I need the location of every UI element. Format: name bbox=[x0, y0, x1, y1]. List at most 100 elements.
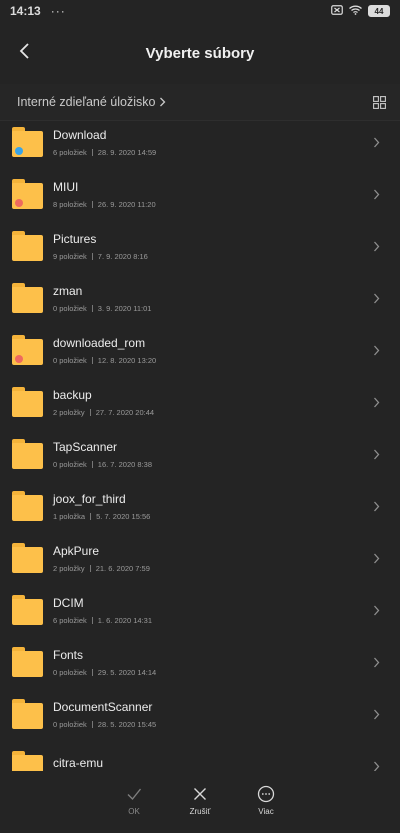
file-row[interactable]: citra-emu bbox=[0, 740, 400, 771]
file-row[interactable]: Pictures 9 položiek 7. 9. 2020 8:16 bbox=[0, 220, 400, 272]
file-info: Pictures 9 položiek 7. 9. 2020 8:16 bbox=[53, 232, 370, 261]
chevron-right-icon bbox=[370, 396, 382, 408]
more-button[interactable]: Viac bbox=[251, 785, 281, 816]
modified-date: 28. 5. 2020 15:45 bbox=[97, 719, 157, 729]
item-count: 6 položiek bbox=[53, 147, 87, 157]
breadcrumb-location: Interné zdieľané úložisko bbox=[17, 95, 156, 109]
folder-icon bbox=[12, 543, 43, 573]
page-title: Vyberte súbory bbox=[145, 44, 255, 62]
file-info: DCIM 6 položiek 1. 6. 2020 14:31 bbox=[53, 596, 370, 625]
file-info: joox_for_third 1 položka 5. 7. 2020 15:56 bbox=[53, 492, 370, 521]
meta-divider bbox=[91, 356, 93, 364]
chevron-right-icon bbox=[370, 656, 382, 668]
file-info: MIUI 8 položiek 26. 9. 2020 11:20 bbox=[53, 180, 370, 209]
grid-view-icon bbox=[372, 95, 386, 109]
file-row[interactable]: downloaded_rom 0 položiek 12. 8. 2020 13:2… bbox=[0, 324, 400, 376]
chevron-right-icon bbox=[370, 188, 382, 200]
file-row[interactable]: DCIM 6 položiek 1. 6. 2020 14:31 bbox=[0, 584, 400, 636]
file-meta: 0 položiek 3. 9. 2020 11:01 bbox=[53, 304, 370, 313]
grid-view-button[interactable] bbox=[370, 93, 388, 111]
folder-icon bbox=[12, 699, 43, 729]
file-row[interactable]: TapScanner 0 položiek 16. 7. 2020 8:38 bbox=[0, 428, 400, 480]
file-info: DocumentScanner 0 položiek 28. 5. 2020 15:… bbox=[53, 700, 370, 729]
file-name: Download bbox=[53, 127, 107, 142]
folder-icon bbox=[12, 595, 43, 625]
file-row[interactable]: Fonts 0 položiek 29. 5. 2020 14:14 bbox=[0, 636, 400, 688]
meta-divider bbox=[91, 668, 93, 676]
modified-date: 28. 9. 2020 14:59 bbox=[97, 147, 157, 157]
file-name: backup bbox=[53, 387, 92, 402]
file-info: zman 0 položiek 3. 9. 2020 11:01 bbox=[53, 284, 370, 313]
folder-icon bbox=[12, 231, 43, 261]
battery-icon: 44 bbox=[368, 5, 390, 17]
file-row[interactable]: backup 2 položky 27. 7. 2020 20:44 bbox=[0, 376, 400, 428]
chevron-right-icon bbox=[370, 240, 382, 252]
file-meta: 2 položky 21. 6. 2020 7:59 bbox=[53, 564, 370, 573]
chevron-right-icon bbox=[160, 97, 166, 107]
chevron-right-icon bbox=[370, 552, 382, 564]
meta-divider bbox=[91, 252, 93, 260]
ok-button[interactable]: OK bbox=[119, 785, 149, 816]
item-count: 8 položiek bbox=[53, 199, 87, 209]
modified-date: 29. 5. 2020 14:14 bbox=[97, 667, 157, 677]
file-info: downloaded_rom 0 položiek 12. 8. 2020 13:2… bbox=[53, 336, 370, 365]
chevron-right-icon bbox=[370, 292, 382, 304]
file-name: DCIM bbox=[53, 595, 84, 610]
ok-label: OK bbox=[128, 807, 140, 816]
wifi-icon bbox=[349, 4, 362, 18]
status-bar: 14:13 ··· 44 bbox=[0, 0, 400, 22]
folder-icon bbox=[12, 751, 43, 771]
file-row[interactable]: DocumentScanner 0 položiek 28. 5. 2020 15:… bbox=[0, 688, 400, 740]
file-meta: 9 položiek 7. 9. 2020 8:16 bbox=[53, 252, 370, 261]
chevron-right-icon bbox=[370, 500, 382, 512]
file-row[interactable]: zman 0 položiek 3. 9. 2020 11:01 bbox=[0, 272, 400, 324]
file-name: ApkPure bbox=[53, 543, 100, 558]
file-info: backup 2 položky 27. 7. 2020 20:44 bbox=[53, 388, 370, 417]
meta-divider bbox=[91, 460, 93, 468]
back-arrow-icon bbox=[19, 43, 29, 59]
meta-divider bbox=[91, 616, 93, 624]
file-info: citra-emu bbox=[53, 756, 370, 771]
breadcrumb[interactable]: Interné zdieľané úložisko bbox=[17, 95, 166, 109]
item-count: 0 položiek bbox=[53, 355, 87, 365]
file-row[interactable]: ApkPure 2 položky 21. 6. 2020 7:59 bbox=[0, 532, 400, 584]
folder-icon bbox=[12, 127, 43, 157]
file-info: Fonts 0 položiek 29. 5. 2020 14:14 bbox=[53, 648, 370, 677]
item-count: 0 položiek bbox=[53, 303, 87, 313]
check-icon bbox=[127, 788, 142, 801]
item-count: 0 položiek bbox=[53, 719, 87, 729]
file-info: TapScanner 0 položiek 16. 7. 2020 8:38 bbox=[53, 440, 370, 469]
folder-icon bbox=[12, 647, 43, 677]
meta-divider bbox=[89, 408, 91, 416]
item-count: 0 položiek bbox=[53, 667, 87, 677]
meta-divider bbox=[89, 564, 91, 572]
chevron-right-icon bbox=[370, 708, 382, 720]
download-badge-icon bbox=[15, 147, 23, 155]
more-icon bbox=[257, 785, 275, 803]
file-row[interactable]: MIUI 8 položiek 26. 9. 2020 11:20 bbox=[0, 168, 400, 220]
item-count: 1 položka bbox=[53, 511, 86, 521]
modified-date: 3. 9. 2020 11:01 bbox=[97, 303, 152, 313]
modified-date: 26. 9. 2020 11:20 bbox=[97, 199, 156, 209]
file-name: DocumentScanner bbox=[53, 699, 153, 714]
modified-date: 21. 6. 2020 7:59 bbox=[95, 563, 150, 573]
file-name: citra-emu bbox=[53, 756, 104, 770]
file-row[interactable]: Download 6 položiek 28. 9. 2020 14:59 bbox=[0, 116, 400, 168]
meta-divider bbox=[91, 304, 93, 312]
chevron-right-icon bbox=[370, 760, 382, 771]
item-count: 6 položiek bbox=[53, 615, 87, 625]
file-meta: 6 položiek 1. 6. 2020 14:31 bbox=[53, 616, 370, 625]
file-meta: 6 položiek 28. 9. 2020 14:59 bbox=[53, 148, 370, 157]
cancel-button[interactable]: Zrušiť bbox=[185, 785, 215, 816]
folder-icon bbox=[12, 335, 43, 365]
modified-date: 5. 7. 2020 15:56 bbox=[96, 511, 151, 521]
modified-date: 1. 6. 2020 14:31 bbox=[97, 615, 152, 625]
file-meta: 1 položka 5. 7. 2020 15:56 bbox=[53, 512, 370, 521]
file-info: ApkPure 2 položky 21. 6. 2020 7:59 bbox=[53, 544, 370, 573]
back-button[interactable] bbox=[10, 36, 40, 66]
file-row[interactable]: joox_for_third 1 položka 5. 7. 2020 15:56 bbox=[0, 480, 400, 532]
file-meta: 0 položiek 16. 7. 2020 8:38 bbox=[53, 460, 370, 469]
item-count: 0 položiek bbox=[53, 459, 87, 469]
app-badge-icon bbox=[15, 199, 23, 207]
folder-icon bbox=[12, 179, 43, 209]
